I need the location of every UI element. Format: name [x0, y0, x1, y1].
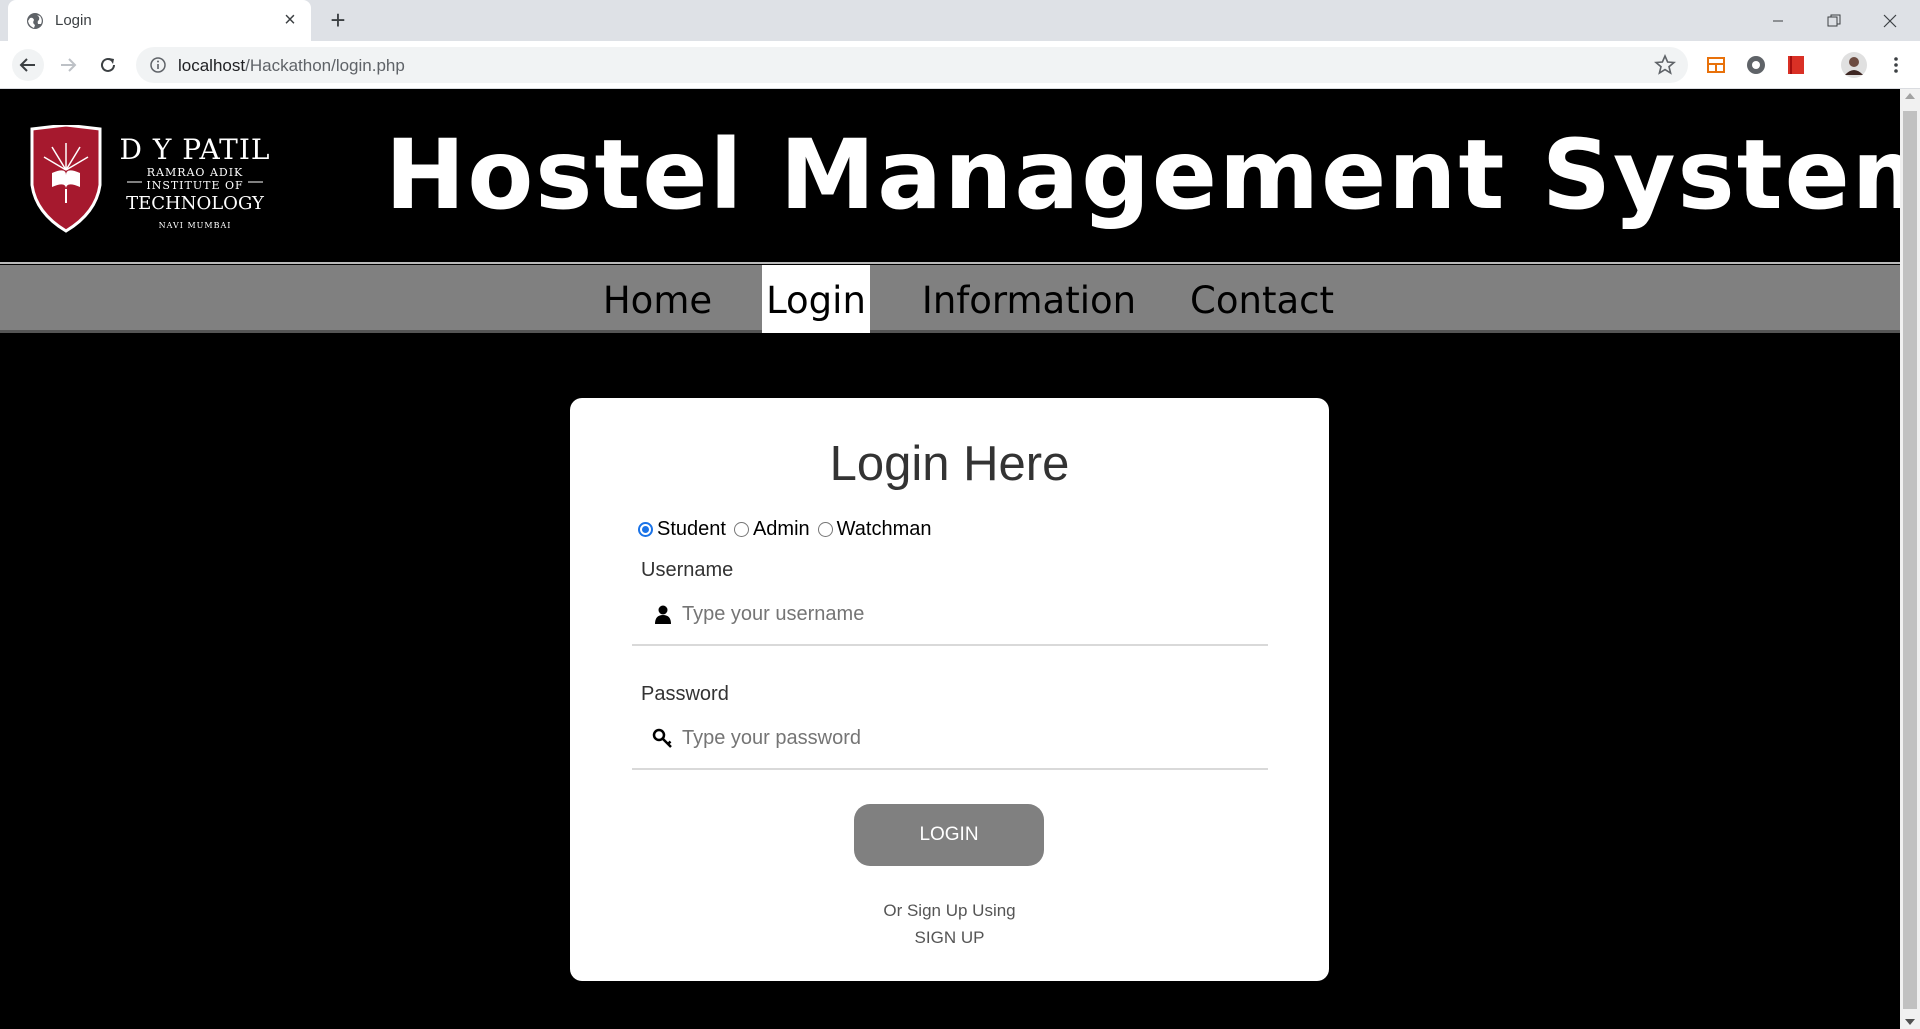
logo-line-5: NAVI MUMBAI: [159, 221, 232, 230]
scroll-down-icon[interactable]: [1905, 1019, 1915, 1025]
browser-tab-strip: Login × +: [0, 0, 1920, 41]
radio-student[interactable]: [638, 522, 653, 537]
url-text: localhost/Hackathon/login.php: [178, 56, 405, 75]
restore-icon[interactable]: [1806, 0, 1862, 41]
radio-student-label[interactable]: Student: [657, 518, 726, 541]
profile-avatar-icon[interactable]: [1840, 51, 1868, 79]
password-label: Password: [641, 683, 729, 705]
user-icon: [655, 605, 671, 624]
nav-login[interactable]: Login: [762, 265, 870, 333]
radio-admin[interactable]: [733, 522, 749, 537]
password-input[interactable]: [682, 720, 1252, 756]
radio-admin-label[interactable]: Admin: [753, 518, 810, 541]
key-icon: [652, 728, 672, 748]
browser-toolbar: localhost/Hackathon/login.php: [0, 41, 1920, 89]
browser-tab[interactable]: Login ×: [8, 0, 311, 41]
bookmark-star-icon[interactable]: [1654, 54, 1676, 76]
site-header: D Y PATIL RAMRAO ADIK INSTITUTE OF TECHN…: [0, 89, 1900, 264]
role-selector: Student Admin Watchman: [638, 518, 940, 541]
extension-grid-icon[interactable]: [1705, 54, 1727, 76]
globe-icon: [27, 13, 43, 29]
forward-icon[interactable]: [52, 49, 84, 81]
scroll-up-icon[interactable]: [1905, 93, 1915, 99]
nav-information[interactable]: Information: [920, 265, 1138, 333]
signup-prompt: Or Sign Up Using: [883, 901, 1016, 920]
radio-watchman-label[interactable]: Watchman: [837, 518, 932, 541]
main-nav: Home Login Information Contact: [0, 265, 1900, 333]
college-logo: D Y PATIL RAMRAO ADIK INSTITUTE OF TECHN…: [30, 125, 270, 233]
nav-contact[interactable]: Contact: [1190, 265, 1334, 333]
reload-icon[interactable]: [92, 49, 124, 81]
new-tab-icon[interactable]: +: [325, 7, 351, 34]
password-field: [632, 710, 1268, 770]
info-icon[interactable]: [150, 57, 166, 73]
login-button[interactable]: LOGIN: [854, 804, 1044, 866]
username-input[interactable]: [682, 596, 1252, 632]
page-scrollbar[interactable]: [1900, 89, 1920, 1029]
login-title: Login Here: [829, 437, 1070, 491]
page-viewport: D Y PATIL RAMRAO ADIK INSTITUTE OF TECHN…: [0, 89, 1900, 1029]
logo-line-3: INSTITUTE OF: [146, 179, 243, 192]
tab-title: Login: [55, 12, 92, 29]
login-card: Login Here Student Admin Watchman Userna…: [570, 398, 1329, 981]
scroll-thumb[interactable]: [1903, 111, 1917, 1009]
nav-home[interactable]: Home: [601, 265, 714, 333]
book-extension-icon[interactable]: [1785, 54, 1807, 76]
minimize-icon[interactable]: [1750, 0, 1806, 41]
logo-line-4: TECHNOLOGY: [126, 193, 265, 214]
close-window-icon[interactable]: [1862, 0, 1918, 41]
tab-close-icon[interactable]: ×: [279, 9, 301, 31]
back-icon[interactable]: [12, 49, 44, 81]
site-title: Hostel Management System: [385, 119, 1900, 231]
username-label: Username: [641, 559, 734, 581]
logo-line-2: RAMRAO ADIK: [147, 166, 244, 179]
username-field: [632, 586, 1268, 646]
browser-menu-icon[interactable]: [1880, 49, 1912, 81]
radio-watchman[interactable]: [817, 522, 833, 537]
logo-line-1: D Y PATIL: [119, 133, 270, 166]
signup-link[interactable]: SIGN UP: [570, 928, 1329, 948]
shield-extension-icon[interactable]: [1745, 54, 1767, 76]
address-bar[interactable]: localhost/Hackathon/login.php: [136, 47, 1688, 83]
